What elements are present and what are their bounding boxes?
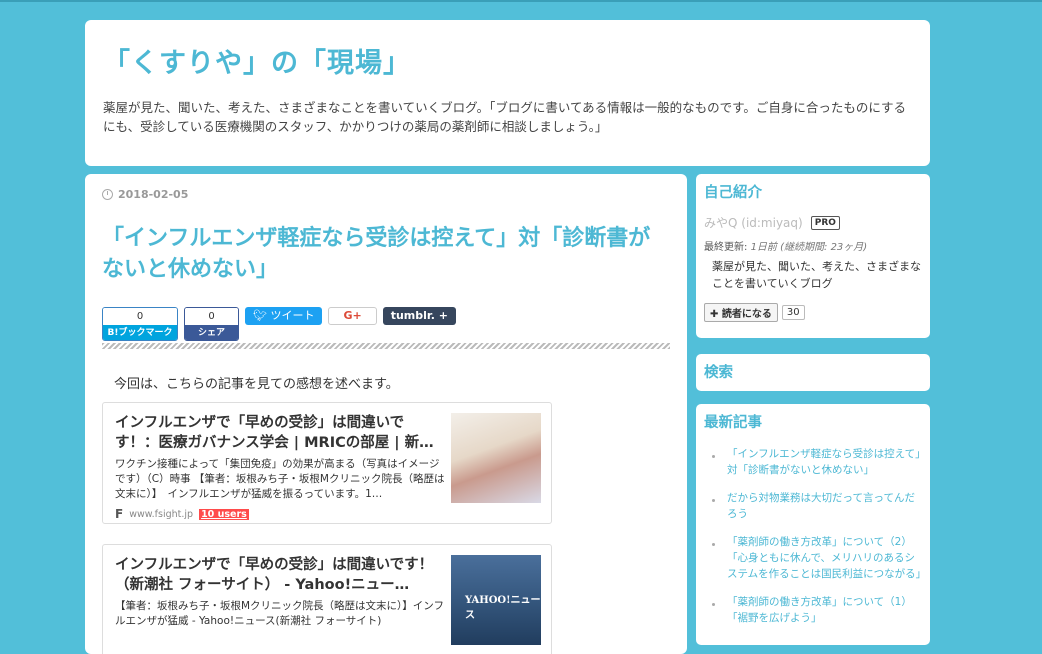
recent-entry-item: だから対物業務は大切だって言ってんだろう xyxy=(710,490,922,522)
blog-description: 薬屋が見た、聞いた、考えた、さまざまなことを書いていくブログ。「ブログに書いてあ… xyxy=(103,100,907,134)
fsight-favicon-icon: F xyxy=(115,507,124,521)
embed-card-yahoo[interactable]: インフルエンザで「早めの受診」は間違いです！（新潮社 フォーサイト） - Yah… xyxy=(102,544,552,654)
tumblr-button[interactable]: tumblr. + xyxy=(382,307,456,325)
search-heading[interactable]: 検索 xyxy=(704,364,922,382)
hatena-count: 0 xyxy=(103,308,177,325)
blog-title-link[interactable]: 「くすりや」の「現場」 xyxy=(103,44,912,84)
updated-label: 最終更新: xyxy=(704,242,751,253)
divider-stripe xyxy=(102,343,670,349)
search-module: 検索 xyxy=(696,354,930,391)
recent-entry-item: 「薬剤師の働き方改革」について（1）「裾野を広げよう」 xyxy=(710,594,922,626)
facebook-count: 0 xyxy=(185,308,238,325)
vaccination-thumbnail[interactable] xyxy=(451,413,541,503)
share-buttons: 0 B!ブックマーク 0 シェア 🐦︎ ツイート G+ tumblr. + xyxy=(102,307,670,343)
google-plus-button[interactable]: G+ xyxy=(328,307,377,325)
last-updated: 最終更新: 1日前 (継続期間: 23ヶ月) xyxy=(704,238,922,253)
continuation-period: (継続期間: 23ヶ月) xyxy=(780,242,868,253)
facebook-share-button[interactable]: 0 シェア xyxy=(184,307,239,341)
yahoo-news-thumbnail[interactable]: YAHOO!ニュース xyxy=(451,555,541,645)
hatena-users-badge[interactable]: 10 users xyxy=(199,508,249,520)
recent-entries-module: 最新記事 「インフルエンザ軽症なら受診は控えて」対「診断書がないと休めない」 だ… xyxy=(696,404,930,645)
embed-title[interactable]: インフルエンザで「早めの受診」は間違いです！：医療ガバナンス学会 | MRICの… xyxy=(115,413,440,453)
twitter-bird-icon: 🐦︎ xyxy=(253,309,267,322)
embed-domain[interactable]: www.fsight.jp xyxy=(129,509,193,520)
tweet-label: ツイート xyxy=(270,309,315,322)
recent-entry-link[interactable]: 「薬剤師の働き方改革」について（1）「裾野を広げよう」 xyxy=(727,596,912,624)
recent-entry-link[interactable]: だから対物業務は大切だって言ってんだろう xyxy=(727,492,915,520)
pro-badge: PRO xyxy=(810,215,840,230)
tweet-button[interactable]: 🐦︎ ツイート xyxy=(245,307,323,325)
subscriber-count[interactable]: 30 xyxy=(781,305,805,320)
entry-title[interactable]: 「インフルエンザ軽症なら受診は控えて」対「診断書がないと休めない」 xyxy=(102,223,670,285)
embed-snippet: 【筆者：坂根みち子・坂根Mクリニック院長（略歴は文末に）】インフルエンザが猛威 … xyxy=(115,600,444,627)
subscribe-row: ✚ 読者になる 30 xyxy=(704,303,922,322)
entry-lead-text: 今回は、こちらの記事を見ての感想を述べます。 xyxy=(114,377,399,392)
entry-article: 2018-02-05 「インフルエンザ軽症なら受診は控えて」対「診断書がないと休… xyxy=(85,174,687,654)
clock-icon xyxy=(102,189,113,200)
embed-footer: F www.fsight.jp 10 users xyxy=(115,507,249,521)
profile-description: 薬屋が見た、聞いた、考えた、さまざまなことを書いていくブログ xyxy=(712,260,921,290)
profile-name[interactable]: みやQ (id:miyaq) xyxy=(704,214,803,231)
facebook-label: シェア xyxy=(185,325,238,340)
subscribe-button[interactable]: ✚ 読者になる xyxy=(704,303,778,322)
profile-module: 自己紹介 みやQ (id:miyaq) PRO 最終更新: 1日前 (継続期間:… xyxy=(696,174,930,338)
updated-value: 1日前 xyxy=(750,242,777,253)
embed-title[interactable]: インフルエンザで「早めの受診」は間違いです！（新潮社 フォーサイト） - Yah… xyxy=(115,555,440,595)
entry-date: 2018-02-05 xyxy=(102,188,670,201)
yahoo-logo: YAHOO!ニュース xyxy=(465,595,541,621)
entry-date-text[interactable]: 2018-02-05 xyxy=(118,188,188,201)
recent-entry-item: 「インフルエンザ軽症なら受診は控えて」対「診断書がないと休めない」 xyxy=(710,446,922,478)
hatena-label: B!ブックマーク xyxy=(103,325,177,340)
top-border xyxy=(0,0,1042,2)
recent-entry-item: 「薬剤師の働き方改革」について（2）「心身ともに休んで、メリハリのあるシステムを… xyxy=(710,534,926,582)
blog-header: 「くすりや」の「現場」 薬屋が見た、聞いた、考えた、さまざまなことを書いていくブ… xyxy=(85,20,930,166)
embed-card-fsight[interactable]: インフルエンザで「早めの受診」は間違いです！：医療ガバナンス学会 | MRICの… xyxy=(102,402,552,524)
profile-heading: 自己紹介 xyxy=(704,185,762,201)
recent-entry-link[interactable]: 「インフルエンザ軽症なら受診は控えて」対「診断書がないと休めない」 xyxy=(727,448,920,476)
recent-heading: 最新記事 xyxy=(704,415,762,431)
embed-snippet: ワクチン接種によって「集団免疫」の効果が高まる（写真はイメージです）（C）時事 … xyxy=(115,458,445,500)
profile-name-link[interactable]: みやQ (id:miyaq) PRO xyxy=(704,214,922,231)
recent-entry-link[interactable]: 「薬剤師の働き方改革」について（2）「心身ともに休んで、メリハリのあるシステムを… xyxy=(727,536,926,580)
recent-entries-list: 「インフルエンザ軽症なら受診は控えて」対「診断書がないと休めない」 だから対物業… xyxy=(704,446,926,626)
hatena-bookmark-button[interactable]: 0 B!ブックマーク xyxy=(102,307,178,341)
